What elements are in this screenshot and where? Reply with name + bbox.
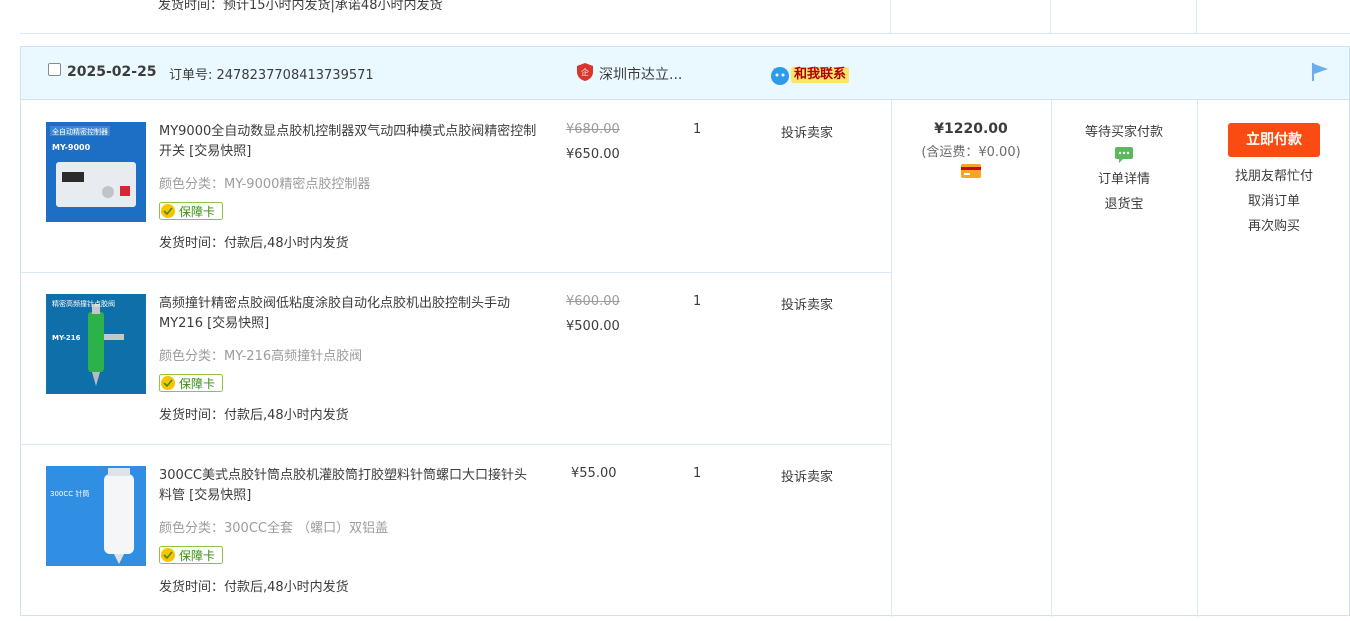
thumb-caption: MY-216 bbox=[52, 334, 81, 342]
order-number: 订单号: 2478237708413739571 bbox=[169, 68, 374, 83]
total-amount: ¥1220.00 bbox=[934, 121, 1008, 137]
product-title-link[interactable]: MY9000全自动数显点胶机控制器双气动四种模式点胶阀精密控制开关 [交易快照] bbox=[159, 122, 539, 162]
message-icon[interactable] bbox=[1114, 146, 1134, 164]
svg-text:保障卡: 保障卡 bbox=[179, 548, 215, 563]
previous-order-fragment: 发货时间：预计15小时内发货|承诺48小时内发货 bbox=[20, 0, 1350, 34]
order-total: ¥1220.00 (含运费：¥0.00) bbox=[891, 121, 1051, 182]
credit-card-icon bbox=[961, 164, 981, 178]
unit-price: ¥650.00 bbox=[566, 147, 620, 162]
product-title-link[interactable]: 高频撞针精密点胶阀低粘度涂胶自动化点胶机出胶控制头手动MY216 [交易快照] bbox=[159, 294, 539, 334]
divider bbox=[1050, 0, 1051, 34]
divider bbox=[20, 33, 1350, 34]
product-sku: 颜色分类：MY-9000精密点胶控制器 bbox=[159, 177, 371, 192]
chat-bubble-icon[interactable] bbox=[769, 65, 791, 85]
order-header: 2025-02-25 订单号: 2478237708413739571 企 深圳… bbox=[21, 47, 1349, 100]
thumb-caption: MY-9000 bbox=[52, 143, 91, 152]
complain-seller-link[interactable]: 投诉卖家 bbox=[781, 466, 833, 485]
svg-text:保障卡: 保障卡 bbox=[179, 204, 215, 219]
order-item-row: 精密高频撞针点胶阀 MY-216 高频撞针精密点胶阀低粘度涂胶自动化点胶机出胶控… bbox=[21, 272, 891, 444]
original-price: ¥680.00 bbox=[566, 122, 620, 137]
status-text: 等待买家付款 bbox=[1084, 125, 1163, 140]
cancel-order-link[interactable]: 取消订单 bbox=[1197, 190, 1350, 209]
shipping-fee: (含运费：¥0.00) bbox=[921, 145, 1021, 160]
order-item-row: 300CC 针筒 300CC美式点胶针筒点胶机灌胶筒打胶塑料针筒螺口大口接针头料… bbox=[21, 444, 891, 616]
order-status: 等待买家付款 订单详情 退货宝 bbox=[1051, 121, 1197, 212]
complain-seller-link[interactable]: 投诉卖家 bbox=[781, 122, 833, 141]
prev-ship-text: 发货时间：预计15小时内发货|承诺48小时内发货 bbox=[158, 0, 443, 13]
ship-time: 发货时间：付款后,48小时内发货 bbox=[159, 408, 349, 423]
flag-icon[interactable] bbox=[1309, 61, 1331, 83]
svg-text:保障卡: 保障卡 bbox=[179, 376, 215, 391]
thumb-caption: 精密高频撞针点胶阀 bbox=[52, 299, 115, 308]
guarantee-badge[interactable]: 保障卡 bbox=[159, 546, 223, 564]
guarantee-card-icon: 保障卡 bbox=[159, 546, 223, 564]
quantity: 1 bbox=[693, 122, 702, 137]
return-insurance-link[interactable]: 退货宝 bbox=[1051, 193, 1197, 212]
pay-now-button[interactable]: 立即付款 bbox=[1228, 123, 1320, 157]
thumb-caption: 全自动精密控制器 bbox=[52, 127, 108, 136]
svg-text:企: 企 bbox=[581, 67, 589, 77]
order-operations: 立即付款 找朋友帮忙付 取消订单 再次购买 bbox=[1197, 123, 1350, 234]
product-sku: 颜色分类：300CC全套 （螺口）双铝盖 bbox=[159, 521, 389, 536]
order-item-row: 全自动精密控制器 MY-9000 MY9000全自动数显点胶机控制器双气动四种模… bbox=[21, 100, 891, 272]
product-thumbnail-controller[interactable]: 全自动精密控制器 MY-9000 bbox=[46, 122, 146, 222]
original-price: ¥600.00 bbox=[566, 294, 620, 309]
ship-time: 发货时间：付款后,48小时内发货 bbox=[159, 580, 349, 595]
quantity: 1 bbox=[693, 294, 702, 309]
order-date: 2025-02-25 bbox=[67, 64, 157, 80]
friend-pay-link[interactable]: 找朋友帮忙付 bbox=[1197, 165, 1350, 184]
order-detail-link[interactable]: 订单详情 bbox=[1051, 168, 1197, 187]
divider bbox=[1196, 0, 1197, 34]
shop-name-link[interactable]: 深圳市达立... bbox=[599, 64, 682, 84]
complain-seller-link[interactable]: 投诉卖家 bbox=[781, 294, 833, 313]
guarantee-card-icon: 保障卡 bbox=[159, 374, 223, 392]
product-title-link[interactable]: 300CC美式点胶针筒点胶机灌胶筒打胶塑料针筒螺口大口接针头料管 [交易快照] bbox=[159, 466, 539, 506]
buy-again-link[interactable]: 再次购买 bbox=[1197, 215, 1350, 234]
product-sku: 颜色分类：MY-216高频撞针点胶阀 bbox=[159, 349, 363, 364]
quantity: 1 bbox=[693, 466, 702, 481]
contact-seller-button[interactable]: 和我联系 bbox=[791, 67, 850, 83]
product-thumbnail-syringe[interactable]: 300CC 针筒 bbox=[46, 466, 146, 566]
ship-time: 发货时间：付款后,48小时内发货 bbox=[159, 236, 349, 251]
thumb-caption: 300CC 针筒 bbox=[50, 489, 89, 498]
product-thumbnail-valve[interactable]: 精密高频撞针点胶阀 MY-216 bbox=[46, 294, 146, 394]
divider bbox=[890, 0, 891, 34]
guarantee-card-icon: 保障卡 bbox=[159, 202, 223, 220]
order-checkbox[interactable] bbox=[48, 63, 61, 76]
order-card: 2025-02-25 订单号: 2478237708413739571 企 深圳… bbox=[20, 46, 1350, 617]
unit-price: ¥55.00 bbox=[571, 466, 617, 481]
guarantee-badge[interactable]: 保障卡 bbox=[159, 374, 223, 392]
guarantee-badge[interactable]: 保障卡 bbox=[159, 202, 223, 220]
enterprise-shield-icon: 企 bbox=[577, 63, 593, 81]
unit-price: ¥500.00 bbox=[566, 319, 620, 334]
